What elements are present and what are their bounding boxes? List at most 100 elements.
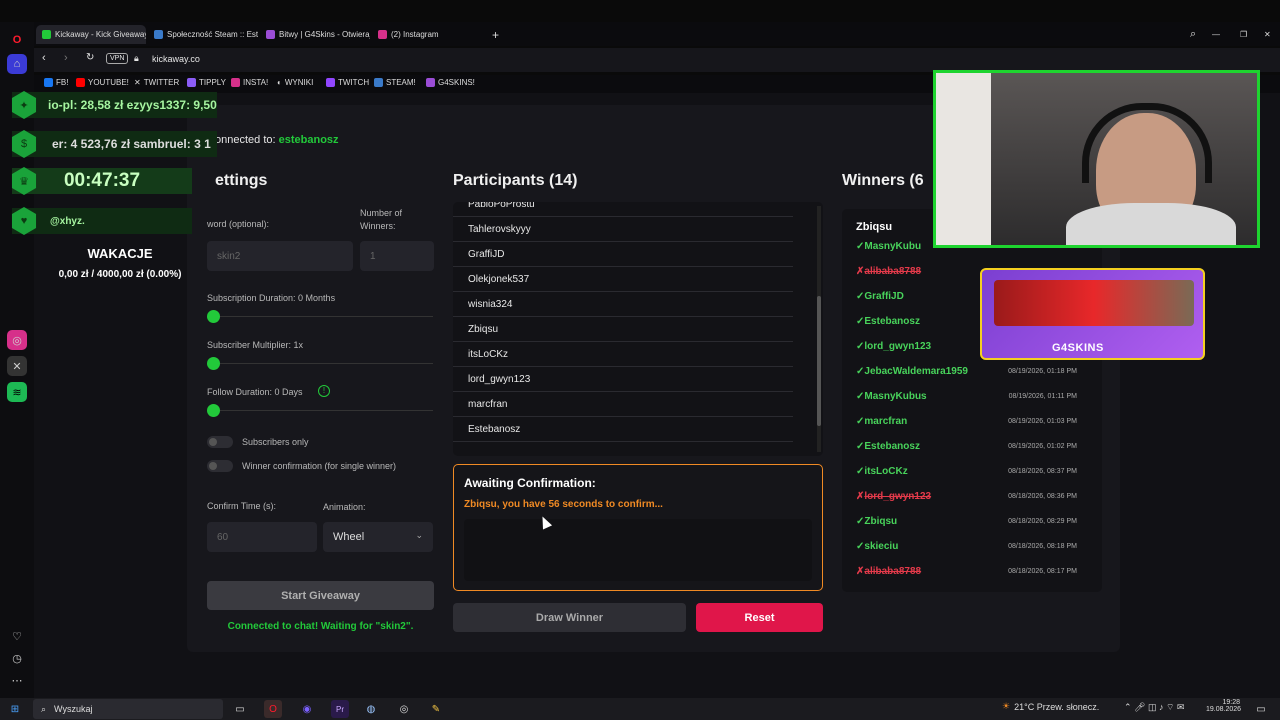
animation-label: Animation: — [323, 502, 366, 512]
bookmark-fb[interactable]: FB! — [44, 78, 68, 87]
tab-instagram[interactable]: (2) Instagram — [372, 25, 482, 44]
notifications-icon[interactable]: ▭ — [1252, 700, 1270, 718]
subscription-duration-track[interactable] — [213, 316, 433, 317]
bookmark-steam[interactable]: STEAM! — [374, 78, 416, 87]
winner-date: 08/18/2026, 08:36 PM — [1008, 493, 1077, 500]
url-field[interactable]: kickaway.co — [152, 54, 200, 64]
winner-date: 08/19/2026, 01:18 PM — [1008, 368, 1077, 375]
stream-timer: 00:47:37 — [12, 168, 192, 194]
info-icon[interactable]: ! — [318, 385, 330, 397]
more-icon[interactable]: ⋯ — [7, 670, 27, 690]
participants-list[interactable]: PabloPoProstu Tahlerovskyyy GraffiJD Olekjo… — [453, 202, 823, 456]
tray-icons[interactable]: ⌃ 🎤︎ ◫ ♪ ⌔ ✉ — [1124, 702, 1184, 713]
winner-name: JebacWaldemara1959 — [864, 366, 968, 377]
notes-icon[interactable]: ✎ — [427, 700, 445, 718]
tab-steam[interactable]: Społeczność Steam :: Este — [148, 25, 258, 44]
winner-name: alibaba8788 — [864, 266, 922, 277]
history-icon[interactable]: ◷ — [7, 648, 27, 668]
opera-taskbar-icon[interactable]: O — [264, 700, 282, 718]
weather-widget[interactable]: ☀ 21°C Przew. słonecz. — [1002, 701, 1099, 712]
search-tabs-icon[interactable]: ⌕ — [1184, 25, 1204, 44]
bookmark-insta[interactable]: INSTA! — [231, 78, 268, 87]
lock-icon: 🔒︎ — [134, 53, 139, 63]
subscribers-only-toggle[interactable] — [207, 436, 233, 448]
follow-duration-track[interactable] — [213, 410, 433, 411]
winner-name: MasnyKubu — [864, 241, 922, 252]
task-view-icon[interactable]: ▭ — [231, 700, 249, 718]
participant-row: PabloPoProstu — [453, 202, 793, 217]
taskbar-search[interactable]: ⌕ Wyszukaj — [33, 699, 223, 719]
participant-name: GraffiJD — [468, 248, 505, 260]
bookmark-g4skins[interactable]: G4SKINS! — [426, 78, 475, 87]
home-icon[interactable]: ⌂ — [7, 54, 27, 74]
bookmark-tipply[interactable]: TIPPLY — [187, 78, 226, 87]
clock[interactable]: 19:28 19.08.2026 — [1206, 699, 1241, 713]
draw-winner-button[interactable]: Draw Winner — [453, 603, 686, 632]
sponsor-name: G4SKINS — [1052, 342, 1104, 354]
restore-button[interactable]: ❐ — [1234, 25, 1254, 44]
confirm-time-input[interactable]: 60 — [207, 522, 317, 552]
reset-button[interactable]: Reset — [696, 603, 823, 632]
close-window-button[interactable]: ✕ — [1258, 25, 1278, 44]
winner-confirmation-toggle[interactable] — [207, 460, 233, 472]
g4skins-icon — [266, 30, 275, 39]
new-tab-button[interactable]: + — [486, 25, 502, 44]
bookmark-twitch[interactable]: TWITCH — [326, 78, 369, 87]
winner-entry: ✓ Zbiqsu — [842, 516, 1002, 527]
winner-entry: ✓ marcfran — [842, 416, 1002, 427]
start-giveaway-button[interactable]: Start Giveaway — [207, 581, 434, 610]
participants-title: Participants (14) — [453, 172, 578, 189]
obs-icon[interactable]: ◎ — [395, 700, 413, 718]
wyniki-icon: ◐ — [277, 78, 282, 87]
connection-status: onnected to: estebanosz — [215, 134, 339, 146]
tab-kickaway[interactable]: Kickaway - Kick Giveaway — [36, 25, 146, 44]
minimize-button[interactable]: — — [1206, 25, 1226, 44]
participant-row: Zbiqsu — [453, 317, 793, 342]
tab-g4skins[interactable]: Bitwy | G4Skins - Otwieraj — [260, 25, 370, 44]
start-icon[interactable]: ⊞ — [6, 700, 24, 718]
subscription-duration-slider[interactable] — [207, 310, 220, 323]
participant-row: Estebanosz — [453, 417, 793, 442]
winners-list[interactable]: Zbiqsu ✓ MasnyKubu ✗ alibaba8788 ✓ GraffiJ… — [842, 209, 1102, 592]
instagram-icon[interactable]: ◎ — [7, 330, 27, 350]
winner-name: GraffiJD — [864, 291, 904, 302]
forward-icon[interactable]: › — [64, 52, 68, 64]
bookmark-youtube[interactable]: YOUTUBE! — [76, 78, 129, 87]
back-icon[interactable]: ‹ — [42, 52, 46, 64]
confirmation-chat-area — [464, 519, 812, 581]
keyword-input[interactable]: skin2 — [207, 241, 353, 271]
spotify-icon[interactable]: ≋ — [7, 382, 27, 402]
winner-name: marcfran — [864, 416, 908, 427]
x-icon[interactable]: ✕ — [7, 356, 27, 376]
vpn-badge[interactable]: VPN — [106, 53, 129, 64]
tips-ticker-2: er: 4 523,76 zł sambruel: 3 1 — [12, 131, 217, 157]
premiere-icon[interactable]: Pr — [331, 700, 349, 718]
streamer-shirt — [1066, 203, 1236, 245]
animation-select[interactable]: Wheel ⌄ — [323, 522, 433, 552]
chat-status: Connected to chat! Waiting for "skin2". — [227, 621, 414, 632]
participant-name: marcfran — [468, 398, 508, 410]
participant-name: Tahlerovskyyy — [468, 223, 531, 235]
winner-name: lord_gwyn123 — [864, 341, 932, 352]
subscriber-multiplier-slider[interactable] — [207, 357, 220, 370]
heart-icon[interactable]: ♡ — [7, 626, 27, 646]
confirmation-box: Awaiting Confirmation: Zbiqsu, you have … — [453, 464, 823, 591]
participants-scroll-thumb[interactable] — [817, 296, 821, 426]
discord-icon[interactable]: ◉ — [298, 700, 316, 718]
steam-icon — [374, 78, 383, 87]
participants-scrollbar[interactable] — [817, 206, 821, 452]
bookmark-wyniki[interactable]: ◐ WYNIKI — [277, 78, 313, 87]
participant-name: wisnia324 — [468, 298, 513, 310]
subscriber-multiplier-track[interactable] — [213, 363, 433, 364]
participant-row: lord_gwyn123 — [453, 367, 793, 392]
steam-icon — [154, 30, 163, 39]
winners-count-input[interactable]: 1 — [360, 241, 434, 271]
opera-logo-icon[interactable]: O — [7, 30, 27, 50]
winner-row: ✓ JebacWaldemara1959 08/19/2026, 01:18 PM — [842, 359, 1087, 384]
bookmark-twitter[interactable]: ✕ TWITTER — [134, 78, 179, 87]
winner-name: alibaba8788 — [864, 566, 922, 577]
winner-row: ✓ Zbiqsu 08/18/2026, 08:29 PM — [842, 509, 1087, 534]
steam-taskbar-icon[interactable]: ◍ — [362, 700, 380, 718]
reload-icon[interactable]: ↻ — [86, 52, 94, 63]
follow-duration-slider[interactable] — [207, 404, 220, 417]
